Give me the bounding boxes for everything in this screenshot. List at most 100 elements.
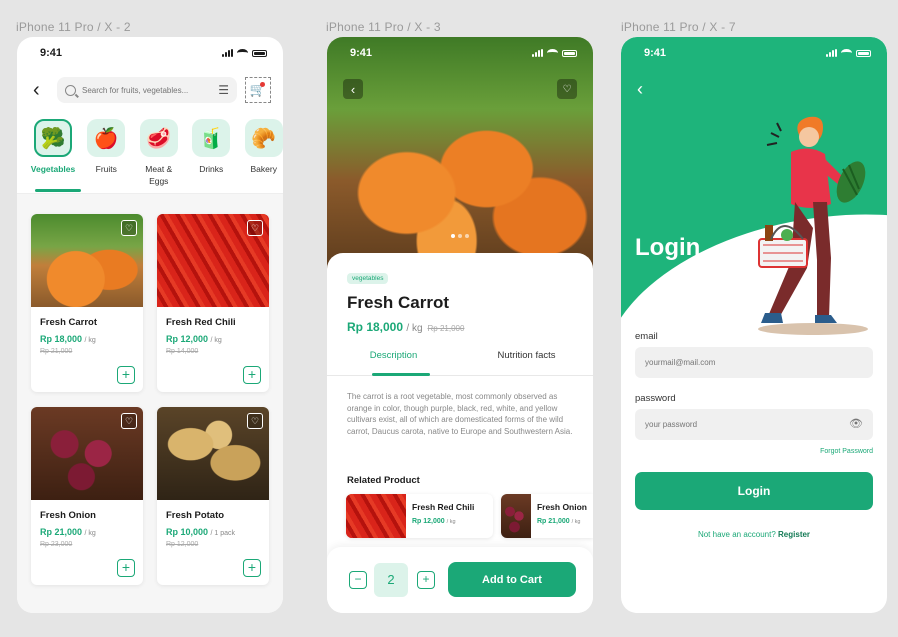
heart-icon[interactable]: ♡ — [121, 220, 137, 236]
related-product-card[interactable]: Fresh Onion Rp 21,000 / kg — [501, 494, 593, 538]
battery-icon — [252, 49, 267, 57]
carousel-dots — [451, 234, 469, 238]
category-fruits[interactable]: 🍎 Fruits — [87, 119, 126, 187]
tab-nutrition[interactable]: Nutrition facts — [460, 350, 593, 375]
detail-screen: 9:41 ‹ ♡ vegetables Fresh Carrot Rp 18,0… — [327, 37, 593, 613]
apple-icon: 🍎 — [87, 119, 126, 157]
heart-icon[interactable]: ♡ — [557, 79, 577, 99]
register-prompt: Not have an account? Register — [697, 530, 811, 539]
related-image — [346, 494, 406, 538]
back-icon[interactable]: ‹ — [637, 79, 643, 100]
product-price: Rp 12,000 / kg — [166, 334, 222, 344]
product-grid: ♡ Fresh Carrot Rp 18,000 / kg Rp 21,000 … — [17, 194, 283, 613]
related-price: Rp 21,000 / kg — [536, 518, 581, 525]
product-card[interactable]: ♡ Fresh Onion Rp 21,000 / kg Rp 23,000 + — [31, 407, 143, 585]
detail-tabs: Description Nutrition facts — [327, 350, 593, 376]
login-title: Login — [635, 234, 701, 261]
status-time: 9:41 — [644, 47, 667, 59]
status-time: 9:41 — [40, 47, 63, 59]
add-to-cart-button[interactable]: + — [117, 559, 135, 577]
product-old-price: Rp 21,000 — [40, 348, 73, 355]
product-old-price: Rp 14,000 — [166, 348, 199, 355]
product-image: ♡ — [31, 407, 143, 500]
cart-bar: − 2 + Add to Cart — [327, 547, 593, 613]
product-card[interactable]: ♡ Fresh Potato Rp 10,000 / 1 pack Rp 12,… — [157, 407, 269, 585]
heart-icon[interactable]: ♡ — [121, 413, 137, 429]
email-field[interactable] — [635, 347, 873, 378]
tab-description[interactable]: Description — [327, 350, 460, 375]
heart-icon[interactable]: ♡ — [247, 220, 263, 236]
cart-badge — [260, 82, 265, 87]
add-to-cart-button[interactable]: + — [243, 559, 261, 577]
product-name: Fresh Potato — [166, 510, 225, 521]
category-drinks[interactable]: 🧃 Drinks — [192, 119, 231, 187]
category-label: Vegetables — [30, 164, 76, 174]
status-bar: 9:41 — [327, 37, 593, 69]
battery-icon — [562, 49, 577, 57]
product-card[interactable]: ♡ Fresh Carrot Rp 18,000 / kg Rp 21,000 … — [31, 214, 143, 392]
drink-icon: 🧃 — [192, 119, 231, 157]
forgot-password-link[interactable]: Forgot Password — [820, 448, 873, 455]
related-title: Related Product — [347, 475, 420, 486]
eye-off-icon[interactable]: 👁 — [849, 417, 863, 430]
status-bar: 9:41 — [621, 37, 887, 69]
product-old-price: Rp 23,000 — [40, 541, 73, 548]
search-bar[interactable]: ☰ — [57, 77, 237, 103]
related-product-card[interactable]: Fresh Red Chili Rp 12,000 / kg — [346, 494, 493, 538]
product-price: Rp 21,000 / kg — [40, 527, 96, 537]
product-image: ♡ — [157, 407, 269, 500]
frame-label-login: iPhone 11 Pro / X - 7 — [621, 20, 736, 34]
increase-quantity-button[interactable]: + — [417, 571, 435, 589]
register-link[interactable]: Register — [778, 530, 810, 539]
login-screen: 9:41 ‹ Login email password 👁 Fo — [621, 37, 887, 613]
category-list: 🥦 Vegetables 🍎 Fruits 🥩 Meat & Eggs 🧃 Dr… — [30, 119, 284, 187]
frame-label-detail: iPhone 11 Pro / X - 3 — [326, 20, 441, 34]
add-to-cart-button[interactable]: + — [117, 366, 135, 384]
status-time: 9:41 — [350, 47, 373, 59]
meat-icon: 🥩 — [139, 119, 178, 157]
back-icon[interactable]: ‹ — [33, 80, 49, 100]
broccoli-icon: 🥦 — [34, 119, 72, 157]
password-field[interactable] — [635, 409, 873, 440]
category-meat-eggs[interactable]: 🥩 Meat & Eggs — [139, 119, 179, 187]
product-old-price: Rp 12,000 — [166, 541, 199, 548]
shopper-illustration-icon — [758, 116, 868, 335]
product-price: Rp 18,000 / kg — [40, 334, 96, 344]
cart-button[interactable]: 🛒 — [245, 77, 271, 103]
category-vegetables[interactable]: 🥦 Vegetables — [30, 119, 76, 187]
product-price: Rp 10,000 / 1 pack — [166, 527, 236, 537]
category-bakery[interactable]: 🥐 Bakery — [244, 119, 284, 187]
product-card[interactable]: ♡ Fresh Red Chili Rp 12,000 / kg Rp 14,0… — [157, 214, 269, 392]
search-icon — [65, 84, 76, 96]
filter-icon[interactable]: ☰ — [218, 83, 229, 97]
wifi-icon — [237, 49, 248, 57]
product-description: The carrot is a root vegetable, most com… — [347, 392, 573, 436]
wifi-icon — [841, 49, 852, 57]
signal-icon — [222, 49, 233, 57]
category-tag: vegetables — [347, 273, 389, 284]
tab-active-indicator — [372, 373, 430, 376]
back-icon[interactable]: ‹ — [343, 79, 363, 99]
search-input[interactable] — [82, 85, 213, 95]
login-button[interactable]: Login — [635, 472, 873, 510]
signal-icon — [532, 49, 543, 57]
add-to-cart-button[interactable]: Add to Cart — [448, 562, 576, 597]
product-name: Fresh Carrot — [40, 317, 98, 328]
category-label: Drinks — [199, 164, 224, 174]
related-price: Rp 12,000 / kg — [412, 518, 456, 525]
quantity-value: 2 — [374, 563, 408, 597]
frame-label-home: iPhone 11 Pro / X - 2 — [16, 20, 131, 34]
product-title: Fresh Carrot — [347, 293, 450, 312]
category-label: Bakery — [250, 164, 277, 174]
heart-icon[interactable]: ♡ — [247, 413, 263, 429]
product-price: Rp 18,000 / kg Rp 21,000 — [347, 320, 465, 334]
product-name: Fresh Red Chili — [166, 317, 236, 328]
decrease-quantity-button[interactable]: − — [349, 571, 367, 589]
add-to-cart-button[interactable]: + — [243, 366, 261, 384]
battery-icon — [856, 49, 871, 57]
category-active-indicator — [35, 189, 81, 192]
home-screen: 9:41 ‹ ☰ 🛒 🥦 Vegetables 🍎 Fruits 🥩 — [17, 37, 283, 613]
password-label: password — [635, 393, 676, 404]
category-label: Meat & Eggs — [145, 164, 173, 186]
related-image — [501, 494, 531, 538]
